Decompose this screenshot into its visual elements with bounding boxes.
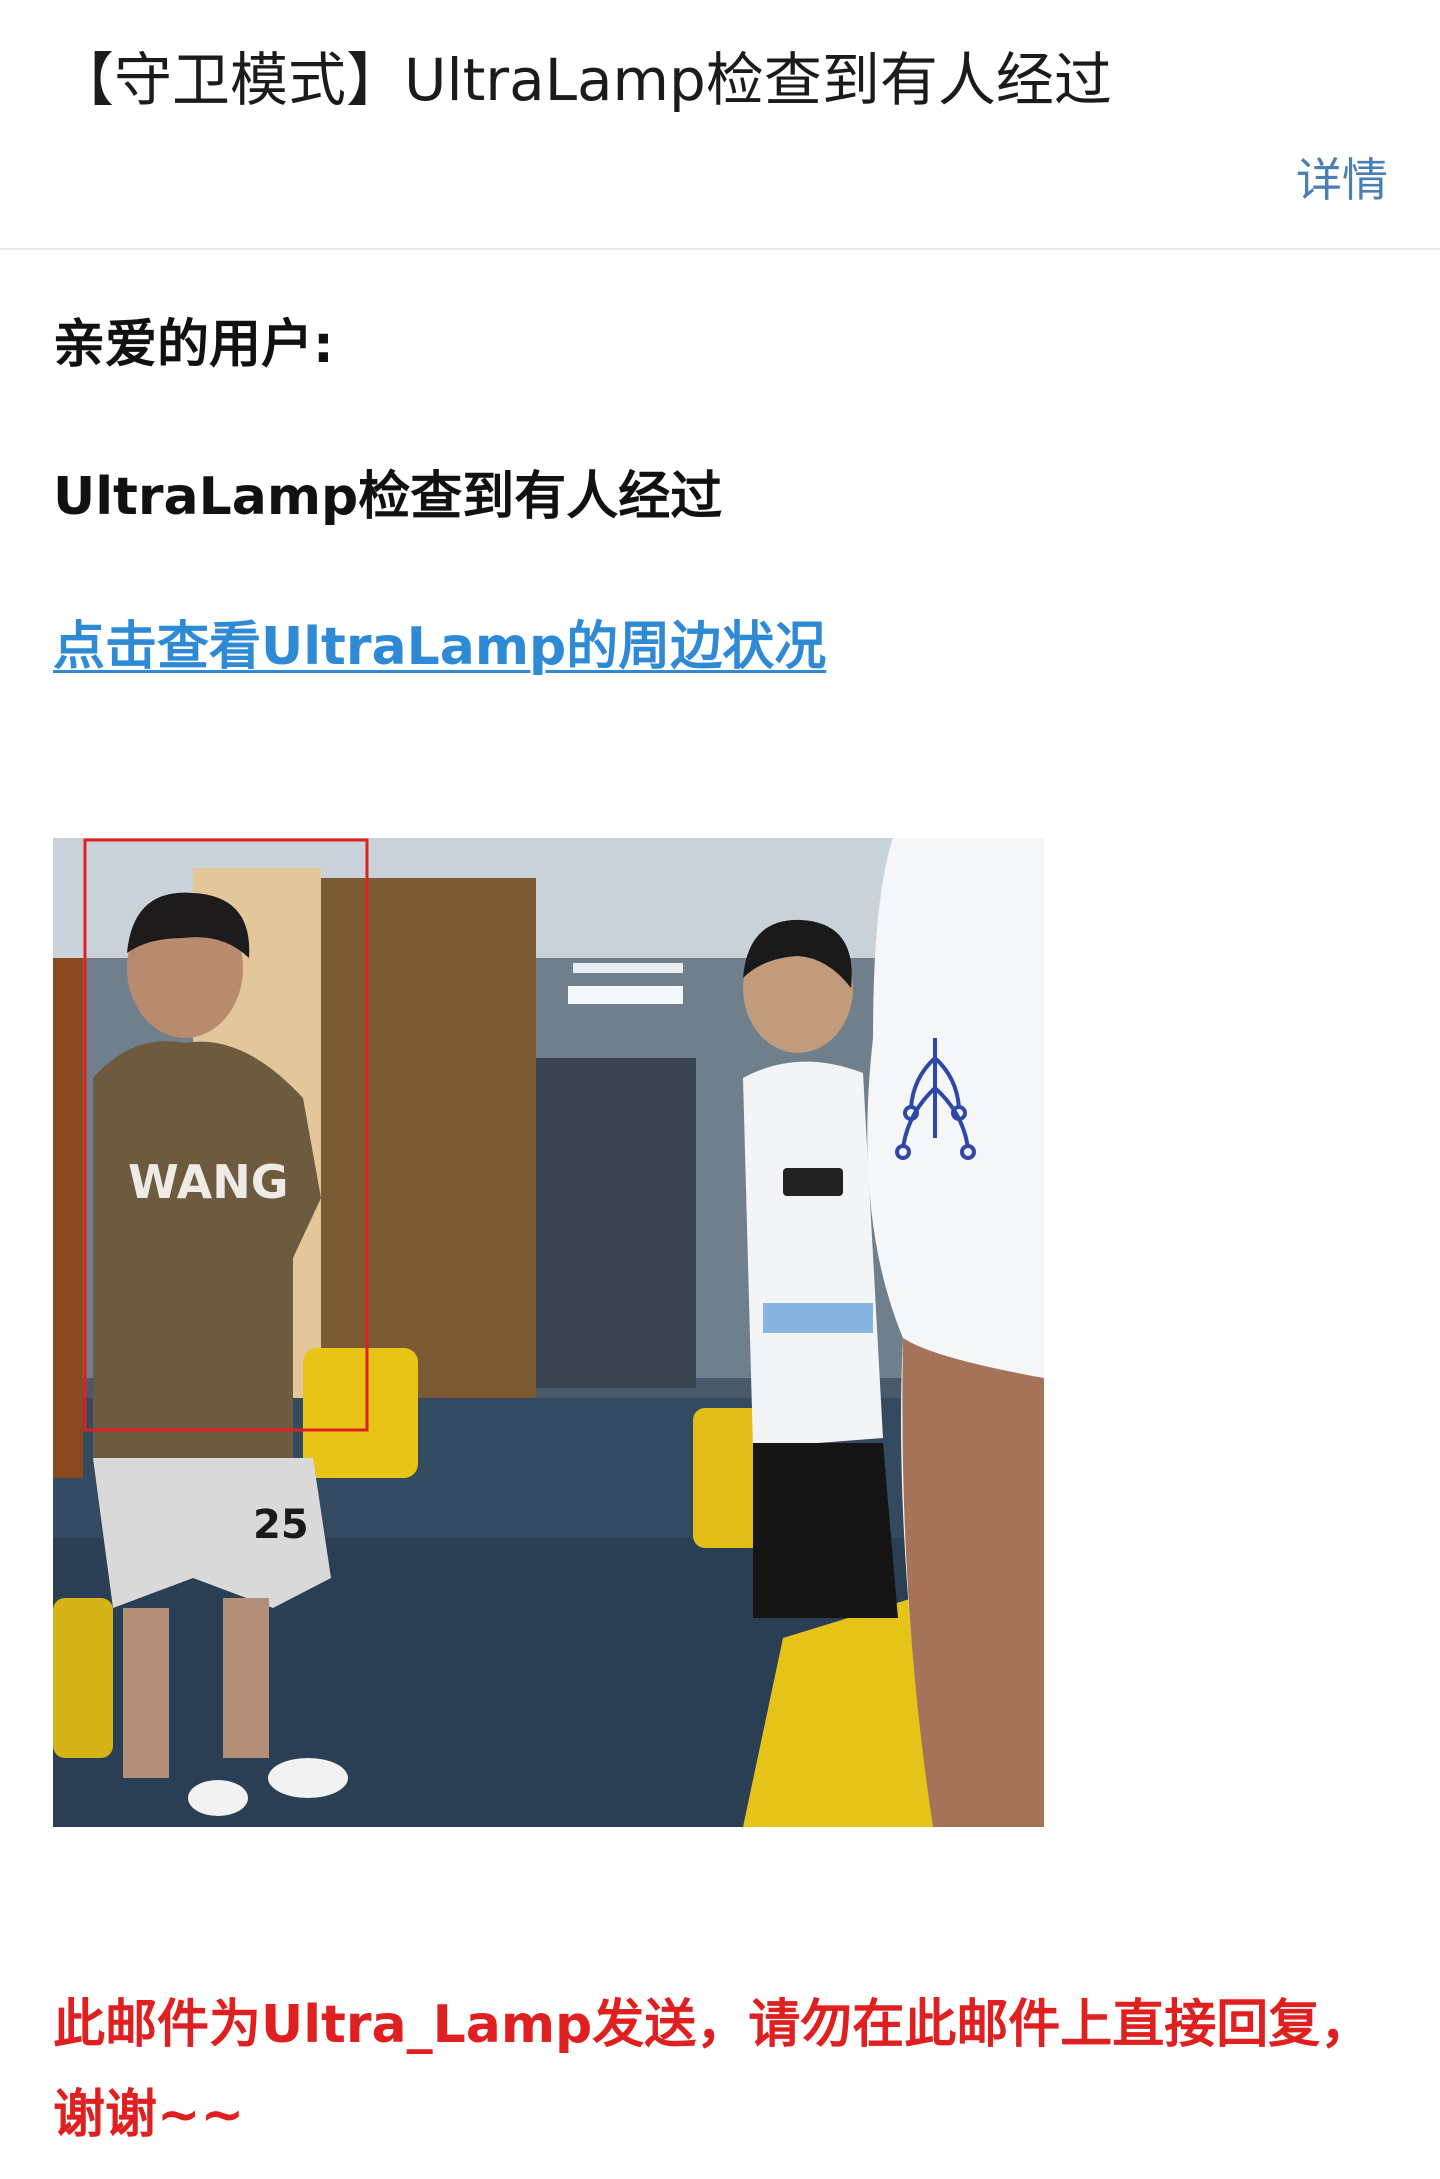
person-shoe <box>268 1758 348 1798</box>
person-leg <box>223 1598 269 1758</box>
person-leg <box>123 1608 169 1778</box>
window <box>536 1058 696 1388</box>
view-surroundings-link[interactable]: 点击查看UltraLamp的周边状况 <box>53 612 826 682</box>
details-link[interactable]: 详情 <box>1296 150 1388 210</box>
email-subject: 【守卫模式】UltraLamp检查到有人经过 <box>56 46 1112 114</box>
person2-shirt-print <box>763 1303 873 1333</box>
shorts-number: 25 <box>253 1502 309 1548</box>
person-shirt <box>93 1041 321 1458</box>
ceiling-light <box>573 963 683 973</box>
foreground-arm <box>902 1338 1044 1827</box>
phone <box>783 1168 843 1196</box>
yellow-chair <box>53 1598 113 1758</box>
ceiling-light <box>568 986 683 1004</box>
do-not-reply-note: 此邮件为Ultra_Lamp发送，请勿在此邮件上直接回复，谢谢~~ <box>53 1995 1373 2145</box>
shirt-print: WANG <box>128 1155 289 1209</box>
person2-shirt <box>743 1061 883 1448</box>
greeting: 亲爱的用户: <box>53 315 334 375</box>
camera-snapshot[interactable]: WANG 25 <box>53 838 1044 1827</box>
yellow-chair <box>303 1348 418 1478</box>
edge-person <box>53 958 83 1478</box>
person-shoe <box>188 1780 248 1816</box>
person2-shorts <box>753 1443 898 1618</box>
email-header: 【守卫模式】UltraLamp检查到有人经过 详情 <box>0 0 1440 250</box>
snapshot-scene: WANG 25 <box>53 838 1044 1827</box>
detection-message: UltraLamp检查到有人经过 <box>53 467 723 527</box>
